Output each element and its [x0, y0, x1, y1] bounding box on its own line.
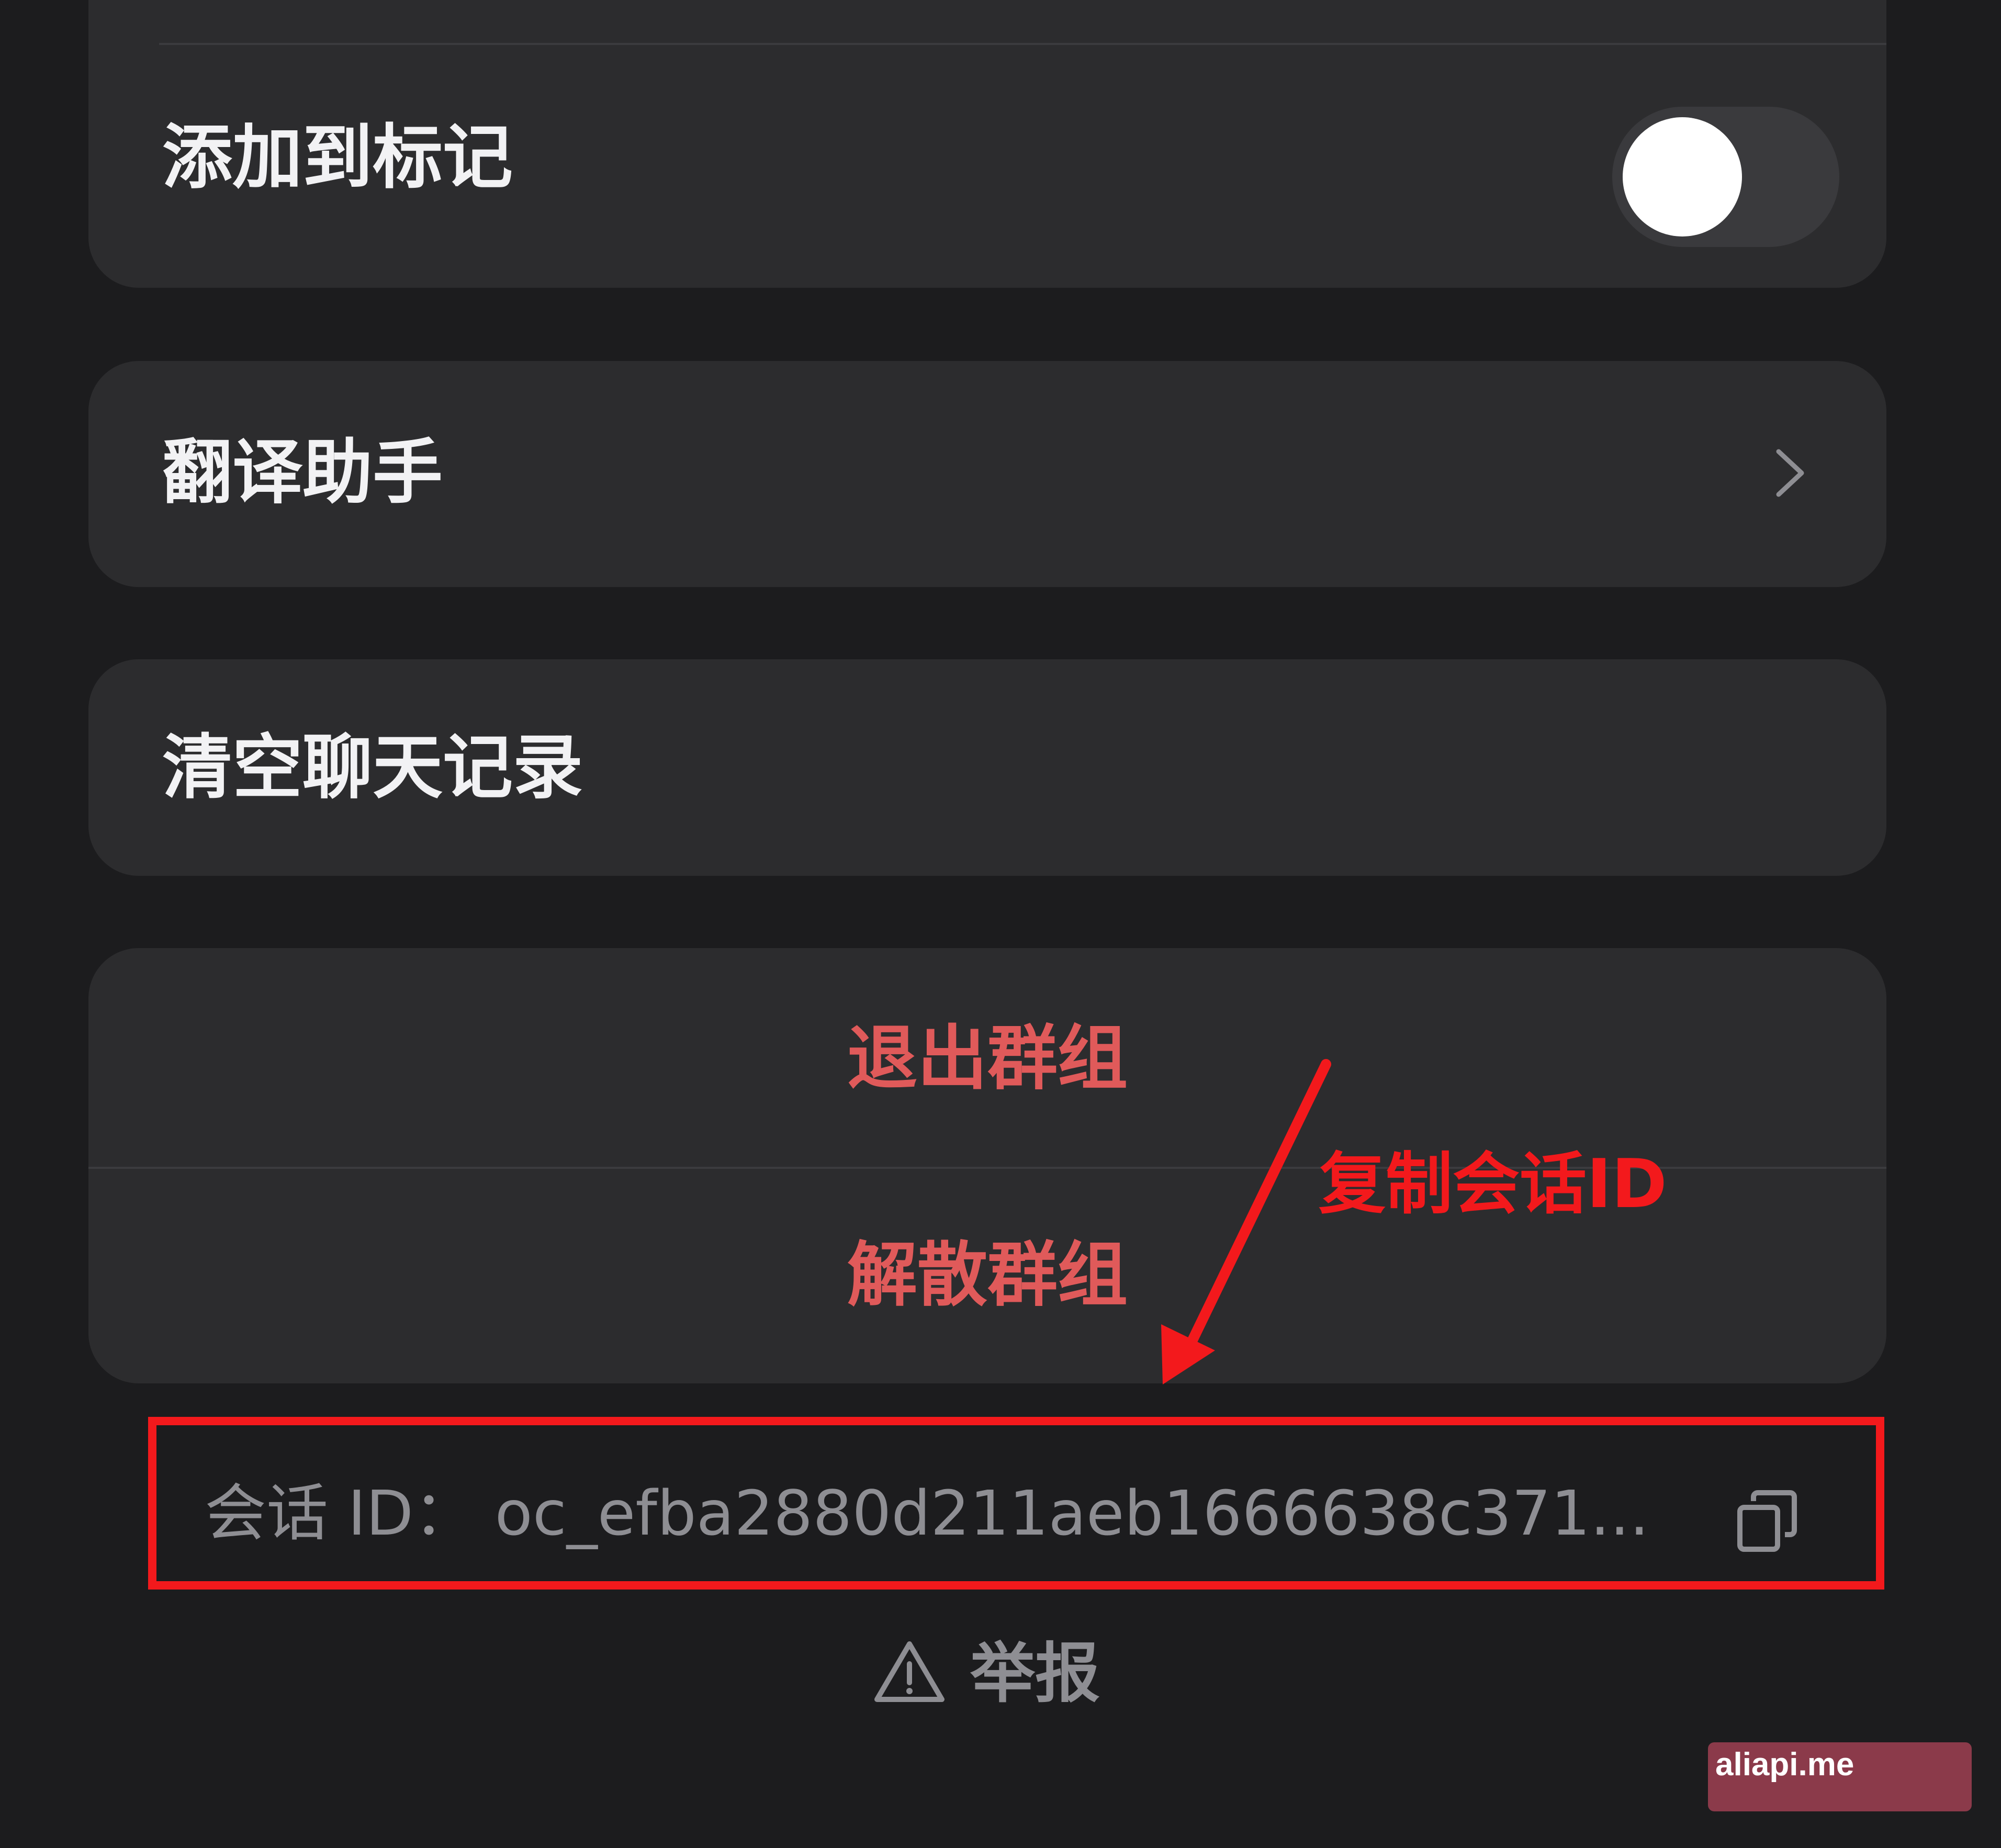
leave-group-button[interactable]: 退出群组: [88, 948, 1886, 1167]
chevron-right-icon: [1776, 449, 1804, 497]
report-label: 举报: [970, 1636, 1100, 1711]
toggle-knob: [1623, 117, 1742, 236]
add-to-marks-card: 添加到标记: [88, 0, 1886, 288]
copy-session-id-annotation: 复制会话ID: [1319, 1145, 1667, 1223]
clear-history-label: 清空聊天记录: [162, 727, 583, 808]
dissolve-group-label: 解散群组: [847, 1234, 1128, 1316]
warning-triangle-icon: [874, 1641, 945, 1702]
add-to-marks-row[interactable]: 添加到标记: [88, 45, 1886, 288]
add-to-marks-label: 添加到标记: [162, 117, 513, 198]
add-to-marks-toggle[interactable]: [1612, 107, 1839, 247]
session-id-text: 会话 ID： oc_efba2880d211aeb1666638c371...: [205, 1477, 1649, 1549]
leave-group-label: 退出群组: [847, 1018, 1128, 1099]
watermark: aliapi.me: [1708, 1742, 1972, 1811]
clear-history-row[interactable]: 清空聊天记录: [88, 659, 1886, 876]
translation-assistant-label: 翻译助手: [162, 432, 443, 513]
copy-icon[interactable]: [1736, 1490, 1798, 1552]
session-id-highlight-box: 会话 ID： oc_efba2880d211aeb1666638c371...: [148, 1417, 1884, 1590]
translation-assistant-row[interactable]: 翻译助手: [88, 361, 1886, 587]
chat-settings-screen: { "settings": { "add_to_marks": { "label…: [0, 0, 2001, 1848]
watermark-text: aliapi.me: [1715, 1746, 1854, 1783]
report-link[interactable]: 举报: [873, 1633, 1114, 1717]
